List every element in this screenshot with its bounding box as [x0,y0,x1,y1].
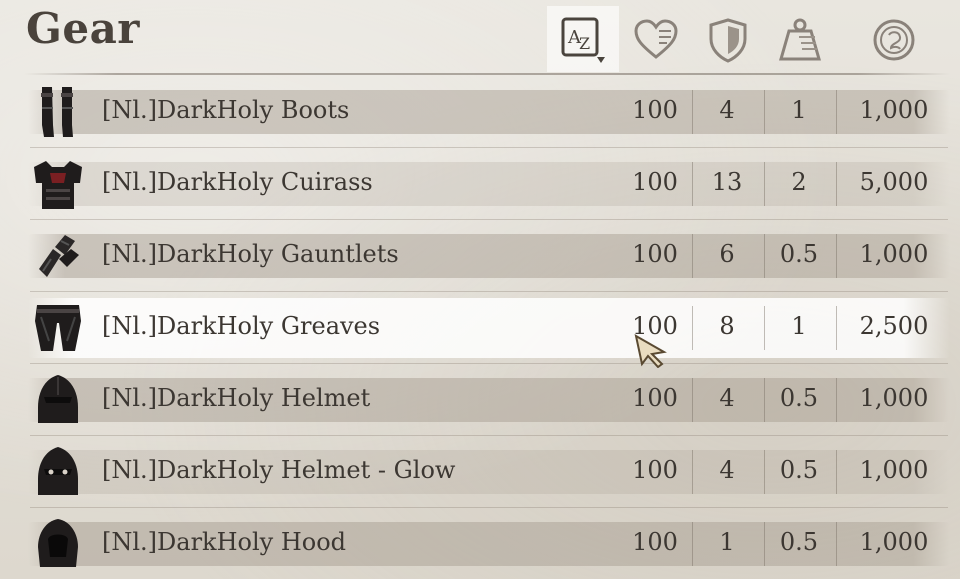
mouse-cursor-icon [634,334,668,369]
item-weight: 0.5 [779,240,819,268]
sort-az-icon: A Z [561,17,605,63]
sort-az-button[interactable]: A Z [547,6,619,72]
item-stat-1: 100 [632,96,678,124]
item-name: [Nl.]DarkHoly Helmet [102,384,371,412]
gauntlets-icon [30,228,86,284]
boots-icon [30,84,86,140]
list-item[interactable]: [Nl.]DarkHoly Hood 100 1 0.5 1,000 [0,508,960,579]
item-weight: 0.5 [779,456,819,484]
column-divider [836,306,837,350]
column-divider [836,234,837,278]
item-value: 1,000 [859,528,929,556]
item-value: 1,000 [859,456,929,484]
item-name: [Nl.]DarkHoly Hood [102,528,347,556]
item-stat-1: 100 [632,168,678,196]
item-value: 1,000 [859,240,929,268]
coin-icon [873,19,915,61]
column-divider [836,450,837,494]
value-column[interactable] [868,14,920,66]
item-weight: 0.5 [779,528,819,556]
item-armor: 1 [719,528,735,556]
item-stat-1: 100 [632,528,678,556]
list-item[interactable]: [Nl.]DarkHoly Boots 100 4 1 1,000 [0,76,960,148]
page-title: Gear [26,4,140,53]
item-armor: 4 [719,456,735,484]
item-weight: 2 [791,168,807,196]
weight-icon [779,18,821,61]
column-divider [836,522,837,566]
item-stat-1: 100 [632,456,678,484]
item-weight: 1 [791,312,807,340]
item-weight: 0.5 [779,384,819,412]
list-item[interactable]: [Nl.]DarkHoly Cuirass 100 13 2 5,000 [0,148,960,220]
gear-header: Gear A Z [0,0,960,76]
item-armor: 8 [719,312,735,340]
cuirass-icon [30,156,86,212]
list-item-selected[interactable]: [Nl.]DarkHoly Greaves 100 8 1 2,500 [0,292,960,364]
list-item[interactable]: [Nl.]DarkHoly Helmet 100 4 0.5 1,000 [0,364,960,436]
item-name: [Nl.]DarkHoly Gauntlets [102,240,399,268]
item-armor: 4 [719,384,735,412]
helmet-icon [30,372,86,428]
item-value: 2,500 [859,312,929,340]
item-value: 5,000 [859,168,929,196]
list-item[interactable]: [Nl.]DarkHoly Gauntlets 100 6 0.5 1,000 [0,220,960,292]
item-armor: 13 [711,168,743,196]
item-value: 1,000 [859,384,929,412]
heart-icon [634,19,678,59]
helmet-glow-icon [30,444,86,500]
hood-icon [30,516,86,572]
item-armor: 6 [719,240,735,268]
item-weight: 1 [791,96,807,124]
item-value: 1,000 [859,96,929,124]
item-name: [Nl.]DarkHoly Greaves [102,312,381,340]
greaves-icon [30,300,86,356]
column-divider [836,378,837,422]
list-item[interactable]: [Nl.]DarkHoly Helmet - Glow 100 4 0.5 1,… [0,436,960,508]
item-armor: 4 [719,96,735,124]
item-stat-1: 100 [632,384,678,412]
item-stat-1: 100 [632,240,678,268]
header-divider [24,73,950,75]
item-name: [Nl.]DarkHoly Cuirass [102,168,373,196]
column-divider [836,90,837,134]
weight-column[interactable] [774,14,826,66]
item-name: [Nl.]DarkHoly Boots [102,96,350,124]
armor-column[interactable] [702,14,754,66]
shield-icon [709,18,747,63]
health-column[interactable] [630,14,682,66]
column-divider [836,162,837,206]
svg-text:Z: Z [579,34,590,53]
item-name: [Nl.]DarkHoly Helmet - Glow [102,456,456,484]
